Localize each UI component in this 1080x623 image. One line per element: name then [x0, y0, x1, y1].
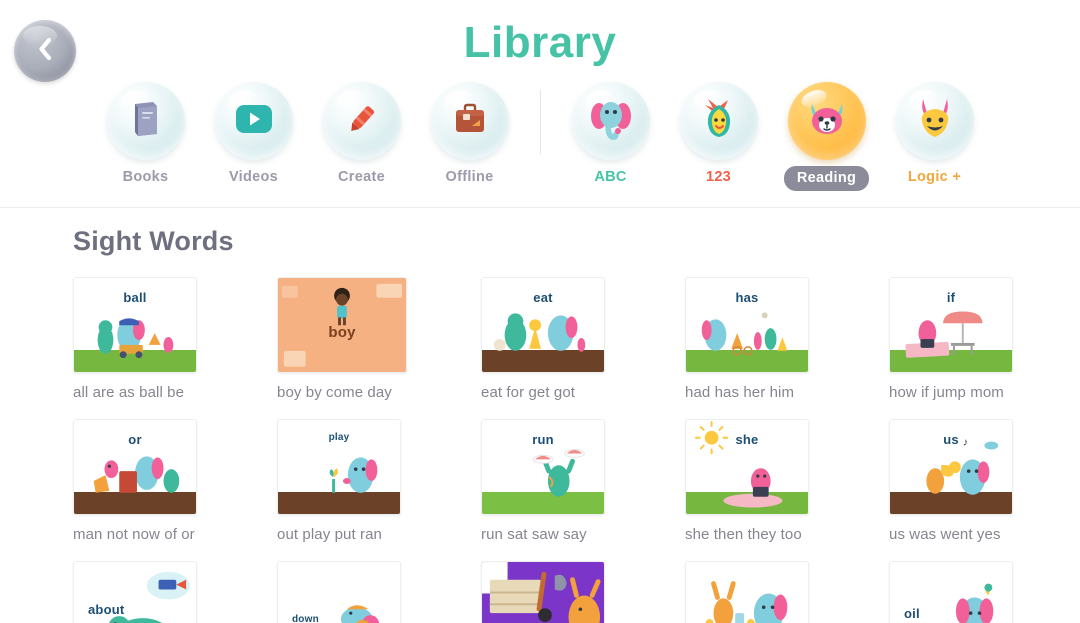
- tab-abc-bubble: [571, 82, 650, 160]
- card-thumbnail: has: [685, 277, 809, 373]
- bird-icon: [698, 97, 740, 146]
- card-thumbnail: from: [481, 561, 605, 623]
- list-item[interactable]: oil: [889, 561, 1064, 623]
- chevron-left-icon: [35, 37, 55, 66]
- sight-words-grid: ball all are as ball be boy boy by come …: [73, 277, 1080, 623]
- tab-logic-plus[interactable]: Logic +: [881, 82, 989, 185]
- card-word: boy: [328, 324, 356, 341]
- elephant-icon: [587, 97, 635, 146]
- list-item[interactable]: us ♪ us was went yes: [889, 419, 1064, 543]
- card-word: if: [946, 290, 956, 305]
- suitcase-icon: [451, 102, 489, 141]
- tab-books-bubble: [106, 82, 185, 160]
- card-word: oil: [904, 606, 920, 621]
- card-thumbnail: if: [889, 277, 1013, 373]
- card-thumbnail: made: [685, 561, 809, 623]
- card-thumbnail: ball: [73, 277, 197, 373]
- tab-videos-label: Videos: [228, 169, 279, 185]
- tab-reading[interactable]: Reading: [773, 82, 881, 191]
- tab-videos-bubble: [214, 82, 293, 160]
- book-icon: [129, 100, 163, 143]
- tab-videos[interactable]: Videos: [200, 82, 308, 185]
- library-content: Sight Words ball all are as ball be boy …: [0, 208, 1080, 623]
- list-item[interactable]: down: [277, 561, 452, 623]
- tab-offline-bubble: [430, 82, 509, 160]
- card-word: us: [943, 432, 959, 447]
- tab-offline[interactable]: Offline: [416, 82, 524, 185]
- card-word: has: [735, 290, 759, 305]
- card-artwork: [482, 562, 601, 623]
- card-thumbnail: play: [277, 419, 401, 515]
- tab-create[interactable]: Create: [308, 82, 416, 185]
- card-word: she: [735, 432, 759, 447]
- card-word: down: [292, 614, 319, 623]
- card-thumbnail: us ♪: [889, 419, 1013, 515]
- card-word: run: [532, 432, 554, 447]
- list-item[interactable]: made: [685, 561, 860, 623]
- tab-group-divider: [539, 90, 541, 154]
- list-item[interactable]: from: [481, 561, 656, 623]
- card-thumbnail: about: [73, 561, 197, 623]
- app-header: Library Books Videos Create Offline ABC …: [0, 0, 1080, 208]
- card-label: how if jump mom: [889, 384, 1004, 401]
- card-label: had has her him: [685, 384, 795, 401]
- tab-books[interactable]: Books: [92, 82, 200, 185]
- tab-123-bubble: [679, 82, 758, 160]
- tab-reading-bubble: [787, 82, 866, 160]
- fox-icon: [912, 97, 958, 146]
- panda-icon: [804, 98, 850, 145]
- card-word: ball: [123, 290, 147, 305]
- card-thumbnail: oil: [889, 561, 1013, 623]
- card-thumbnail: boy: [277, 277, 407, 373]
- tab-create-bubble: [322, 82, 401, 160]
- tab-reading-label: Reading: [783, 166, 870, 191]
- card-thumbnail: down: [277, 561, 401, 623]
- card-label: eat for get got: [481, 384, 576, 401]
- tab-logic-plus-bubble: [895, 82, 974, 160]
- list-item[interactable]: if how if jump mom: [889, 277, 1064, 401]
- tab-logic-plus-label: Logic +: [907, 169, 962, 185]
- card-label: run sat saw say: [481, 526, 587, 543]
- list-item[interactable]: run run sat saw say: [481, 419, 656, 543]
- card-thumbnail: run: [481, 419, 605, 515]
- list-item[interactable]: about: [73, 561, 248, 623]
- list-item[interactable]: boy boy by come day: [277, 277, 452, 401]
- page-section-title: Sight Words: [73, 226, 234, 256]
- tab-123[interactable]: 123: [665, 82, 773, 185]
- list-item[interactable]: has had has her him: [685, 277, 860, 401]
- tab-123-label: 123: [705, 169, 732, 185]
- list-item[interactable]: ball all are as ball be: [73, 277, 248, 401]
- card-word: play: [328, 432, 350, 443]
- library-tab-bar: Books Videos Create Offline ABC 123 Read…: [0, 82, 1080, 191]
- card-word: about: [88, 602, 125, 617]
- tab-books-label: Books: [122, 169, 169, 185]
- page-title: Library: [463, 18, 617, 67]
- card-label: all are as ball be: [73, 384, 185, 401]
- tab-offline-label: Offline: [445, 169, 494, 185]
- tab-create-label: Create: [338, 169, 385, 185]
- tab-abc-label: ABC: [594, 169, 627, 185]
- card-artwork: [705, 581, 788, 623]
- card-thumbnail: eat: [481, 277, 605, 373]
- card-thumbnail: or: [73, 419, 197, 515]
- list-item[interactable]: she she then they too: [685, 419, 860, 543]
- tab-abc[interactable]: ABC: [557, 82, 665, 185]
- play-icon: [234, 103, 274, 140]
- card-thumbnail: she: [685, 419, 809, 515]
- card-word: or: [128, 432, 142, 447]
- card-label: boy by come day: [277, 384, 392, 401]
- card-label: she then they too: [685, 526, 802, 543]
- card-word: eat: [533, 290, 553, 305]
- card-label: us was went yes: [889, 526, 1001, 543]
- list-item[interactable]: play out play put ran: [277, 419, 452, 543]
- list-item[interactable]: eat eat for get got: [481, 277, 656, 401]
- card-label: out play put ran: [277, 526, 383, 543]
- card-label: man not now of or: [73, 526, 195, 543]
- list-item[interactable]: or man not now of or: [73, 419, 248, 543]
- crayon-icon: [343, 100, 381, 143]
